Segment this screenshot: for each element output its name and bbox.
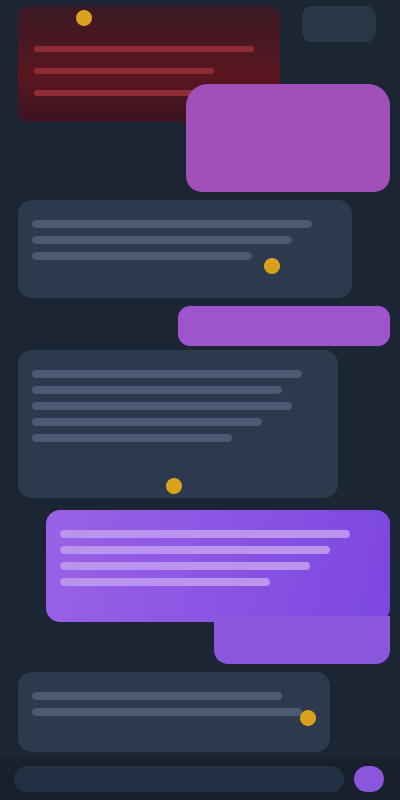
- outgoing-message[interactable]: [186, 84, 390, 192]
- banner-text-line: [34, 68, 214, 74]
- message-text-line: [60, 530, 350, 538]
- message-text-line: [32, 708, 302, 716]
- message-text-line: [60, 578, 270, 586]
- message-text-line: [32, 220, 312, 228]
- message-text-line: [32, 370, 302, 378]
- send-icon[interactable]: [354, 766, 384, 792]
- message-text-line: [32, 692, 282, 700]
- emoji-icon: [300, 710, 316, 726]
- incoming-message[interactable]: [18, 350, 338, 498]
- incoming-message[interactable]: [18, 200, 352, 298]
- message-composer: [0, 758, 400, 800]
- message-text-line: [32, 402, 292, 410]
- message-input[interactable]: [14, 766, 344, 792]
- outgoing-message[interactable]: [46, 510, 390, 622]
- incoming-message[interactable]: [18, 672, 330, 752]
- message-text-line: [32, 386, 282, 394]
- message-text-line: [60, 546, 330, 554]
- message-text-line: [32, 236, 292, 244]
- emoji-icon: [166, 478, 182, 494]
- chat-thread: [0, 0, 400, 800]
- message-text-line: [32, 252, 252, 260]
- emoji-icon: [264, 258, 280, 274]
- message-text-line: [32, 418, 262, 426]
- corner-button[interactable]: [302, 6, 376, 42]
- emoji-icon: [76, 10, 92, 26]
- message-text-line: [60, 562, 310, 570]
- banner-text-line: [34, 46, 254, 52]
- message-text-line: [32, 434, 232, 442]
- outgoing-message[interactable]: [178, 306, 390, 346]
- outgoing-message-continuation[interactable]: [214, 616, 390, 664]
